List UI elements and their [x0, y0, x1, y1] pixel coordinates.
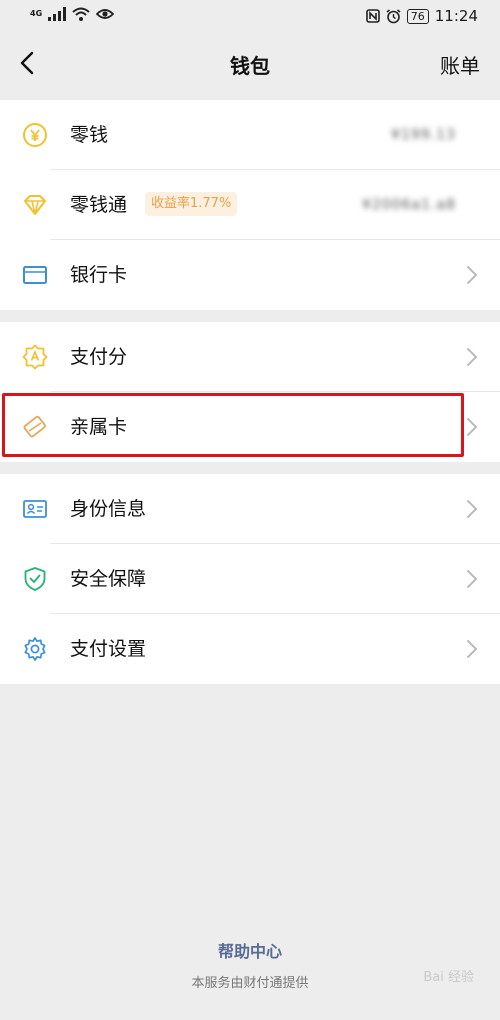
chevron-right-icon — [467, 348, 478, 366]
chevron-right-icon — [467, 500, 478, 518]
status-time: 11:24 — [434, 7, 478, 25]
row-security[interactable]: 安全保障 — [0, 544, 500, 614]
row-bank-card[interactable]: 银行卡 — [0, 240, 500, 310]
row-identity[interactable]: 身份信息 — [0, 474, 500, 544]
row-label: 银行卡 — [70, 264, 128, 286]
row-pay-score[interactable]: 支付分 — [0, 322, 500, 392]
balance-value: ¥2006a1.a8 — [362, 197, 456, 213]
page-title: 钱包 — [230, 54, 270, 78]
row-label: 亲属卡 — [70, 416, 128, 438]
nfc-icon — [365, 9, 380, 23]
alarm-icon — [386, 8, 401, 23]
eye-icon — [96, 9, 115, 19]
row-label: 安全保障 — [70, 568, 147, 590]
chevron-right-icon — [467, 266, 478, 284]
watermark: Bai 经验 — [423, 970, 474, 985]
gear-icon — [22, 636, 48, 662]
balance-group: 零钱 ¥199.13 零钱通 收益率1.77% ¥2006a1.a8 银行卡 — [0, 100, 500, 310]
chevron-right-icon — [467, 418, 478, 436]
row-label: 支付分 — [70, 346, 128, 368]
pay-score-badge-icon — [22, 344, 48, 370]
row-family-card[interactable]: 亲属卡 — [0, 392, 500, 462]
yuan-coin-icon — [22, 122, 48, 148]
row-pay-settings[interactable]: 支付设置 — [0, 614, 500, 684]
id-card-icon — [22, 496, 48, 522]
yield-badge: 收益率1.77% — [145, 192, 238, 216]
service-group: 支付分 亲属卡 — [0, 322, 500, 462]
chevron-right-icon — [467, 570, 478, 588]
status-bar: 4G 76 11:24 — [0, 0, 500, 34]
row-change-pass[interactable]: 零钱通 收益率1.77% ¥2006a1.a8 — [0, 170, 500, 240]
settings-group: 身份信息 安全保障 支付设置 — [0, 474, 500, 684]
nav-bar: 钱包 账单 — [0, 34, 500, 96]
row-label: 零钱 — [70, 124, 109, 146]
row-change[interactable]: 零钱 ¥199.13 — [0, 100, 500, 170]
signal-icon — [48, 7, 67, 21]
diamond-icon — [22, 192, 48, 218]
chevron-right-icon — [467, 640, 478, 658]
row-label: 零钱通 — [70, 194, 128, 216]
family-card-icon — [22, 414, 48, 440]
network-label: 4G — [30, 9, 43, 18]
bank-card-icon — [22, 262, 48, 288]
shield-icon — [22, 566, 48, 592]
row-label: 身份信息 — [70, 498, 147, 520]
bill-button[interactable]: 账单 — [440, 50, 480, 79]
wifi-icon — [72, 7, 90, 21]
battery-level: 76 — [406, 8, 429, 24]
balance-value: ¥199.13 — [391, 127, 456, 143]
row-label: 支付设置 — [70, 638, 147, 660]
help-center-link[interactable]: 帮助中心 — [0, 938, 500, 962]
